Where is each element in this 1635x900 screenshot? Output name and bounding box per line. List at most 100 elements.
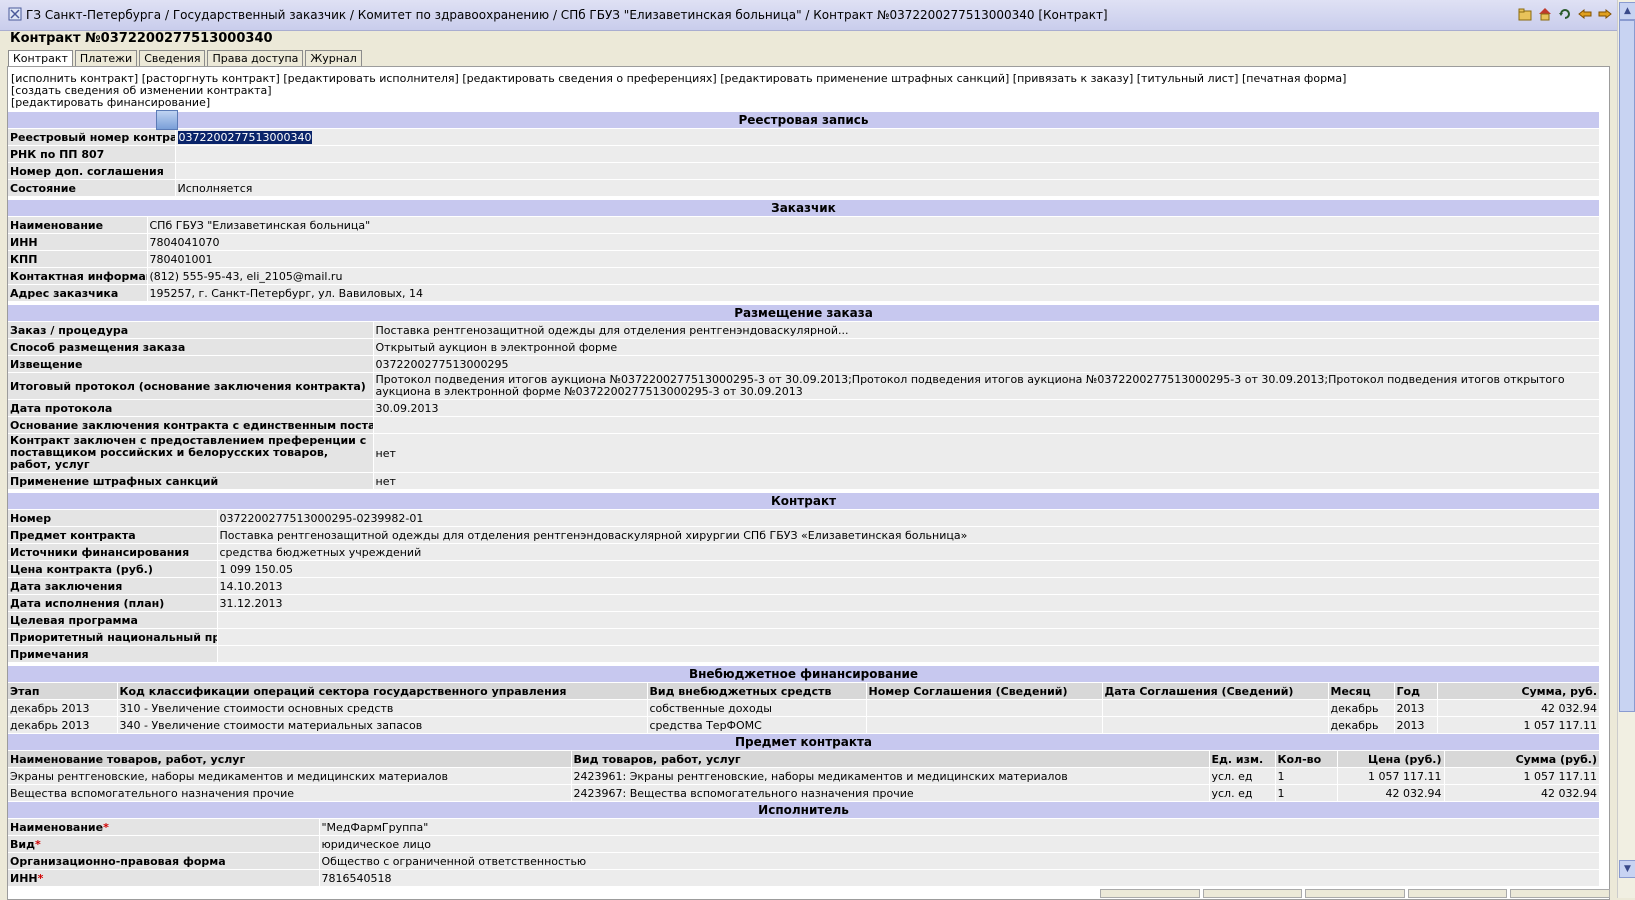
table-cell: Экраны рентгеновские, наборы медикаменто… — [8, 767, 572, 785]
field-label-text: Наименование — [10, 820, 104, 834]
column-header-row: Этап Код классификации операций сектора г… — [8, 682, 1600, 700]
field-value: 14.10.2013 — [217, 577, 1600, 595]
required-marker: * — [103, 820, 109, 834]
field-value-text: нет — [375, 446, 396, 460]
field-label-text: Адрес заказчика — [10, 286, 119, 300]
home-icon[interactable] — [1538, 7, 1552, 21]
action-link[interactable]: [печатная форма] — [1242, 72, 1346, 85]
table-row: Номер доп. соглашения — [8, 162, 1600, 180]
table-row: Контракт заключен с предоставлением преф… — [8, 433, 1600, 473]
field-label: Вид* — [8, 835, 320, 853]
column-header: Дата Соглашения (Сведений) — [1102, 682, 1329, 700]
table-row: Примечания — [8, 645, 1600, 663]
field-label-text: ИНН — [10, 235, 38, 249]
field-value: средства бюджетных учреждений — [217, 543, 1600, 561]
table-row: Организационно-правовая форма Общество с … — [8, 852, 1600, 870]
tab-details[interactable]: Сведения — [139, 50, 206, 67]
table-row: Извещение 0372200277513000295 — [8, 355, 1600, 373]
field-value-text: 0372200277513000295 — [375, 357, 509, 371]
column-header: Номер Соглашения (Сведений) — [866, 682, 1103, 700]
field-label-text: Реестровый номер контракта — [10, 130, 174, 144]
back-icon[interactable] — [1578, 7, 1592, 21]
field-label: Наименование — [8, 216, 148, 234]
field-value — [217, 645, 1600, 663]
field-label: Основание заключения контракта с единств… — [8, 416, 374, 434]
field-value-text: 14.10.2013 — [219, 579, 283, 593]
table-row: Способ размещения заказа Открытый аукцион… — [8, 338, 1600, 356]
column-header: Кол-во — [1275, 750, 1338, 768]
vertical-scrollbar[interactable]: ▲ ▼ — [1617, 0, 1635, 898]
action-link[interactable]: [редактировать сведения о преференциях] — [462, 72, 716, 85]
field-label-text: Состояние — [10, 181, 76, 195]
field-label-text: Номер доп. соглашения — [10, 164, 164, 178]
field-value: Общество с ограниченной ответственностью — [319, 852, 1600, 870]
table-row: Контактная информация(812) 555-95-43, el… — [8, 267, 1600, 285]
field-value: СПб ГБУЗ "Елизаветинская больница" — [147, 216, 1600, 234]
tab-payments[interactable]: Платежи — [74, 50, 138, 67]
field-label: РНК по ПП 807 — [8, 145, 176, 163]
field-label: ИНН — [8, 233, 148, 251]
scroll-down-icon[interactable]: ▼ — [1619, 860, 1635, 878]
table-cell — [866, 716, 1103, 734]
table-cell — [1102, 716, 1329, 734]
table-cell: средства ТерФОМС — [647, 716, 867, 734]
tab-access-rights[interactable]: Права доступа — [207, 50, 304, 67]
field-label: Номер — [8, 509, 218, 527]
field-value-text: Общество с ограниченной ответственностью — [321, 854, 587, 868]
scroll-up-icon[interactable]: ▲ — [1619, 2, 1635, 20]
section-header: Исполнитель — [8, 802, 1600, 819]
field-value-text: средства бюджетных учреждений — [219, 545, 422, 559]
forward-icon[interactable] — [1598, 7, 1612, 21]
column-header: Этап — [8, 682, 118, 700]
table-row: Применение штрафных санкций нет — [8, 472, 1600, 490]
field-value: 195257, г. Санкт-Петербург, ул. Вавиловы… — [147, 284, 1600, 302]
folder-icon[interactable] — [1518, 7, 1532, 21]
table-row: Вид* юридическое лицо — [8, 835, 1600, 853]
field-label-text: Контракт заключен с предоставлением преф… — [10, 434, 367, 471]
action-link[interactable]: [редактировать применение штрафных санкц… — [720, 72, 1009, 85]
field-value: Поставка рентгенозащитной одежды для отд… — [373, 321, 1600, 339]
field-label-text: Приоритетный национальный проект — [10, 630, 216, 644]
table-cell: 1 057 117.11 — [1337, 767, 1445, 785]
table-row: Реестровый номер контракта03722002775130… — [8, 128, 1600, 146]
field-value: 0372200277513000295-0239982-01 — [217, 509, 1600, 527]
field-value-text: 1 099 150.05 — [219, 562, 293, 576]
field-value: 7804041070 — [147, 233, 1600, 251]
field-value: 1 099 150.05 — [217, 560, 1600, 578]
field-label-text: Основание заключения контракта с единств… — [10, 418, 373, 432]
field-label: Извещение — [8, 355, 374, 373]
field-value — [217, 628, 1600, 646]
breadcrumb[interactable]: ГЗ Санкт-Петербурга / Государственный за… — [26, 8, 1108, 22]
scroll-thumb[interactable] — [1619, 20, 1635, 712]
action-link[interactable]: [титульный лист] — [1137, 72, 1239, 85]
status-bar — [1100, 889, 1610, 898]
field-value-text: 30.09.2013 — [375, 401, 439, 415]
action-link[interactable]: [редактировать исполнителя] — [283, 72, 459, 85]
field-label-text: Итоговый протокол (основание заключения … — [10, 379, 366, 393]
field-label: Цена контракта (руб.) — [8, 560, 218, 578]
field-label: Способ размещения заказа — [8, 338, 374, 356]
field-label: Контактная информация — [8, 267, 148, 285]
table-cell: собственные доходы — [647, 699, 867, 717]
page-title: Контракт №0372200277513000340 — [10, 31, 273, 46]
field-label-text: Контактная информация — [10, 269, 146, 283]
field-label-text: Извещение — [10, 357, 83, 371]
field-label: Заказ / процедура — [8, 321, 374, 339]
tab-contract[interactable]: Контракт — [8, 50, 73, 67]
open-window-icon[interactable] — [156, 110, 178, 130]
field-value-text: 780401001 — [149, 252, 213, 266]
table-cell: декабрь 2013 — [8, 699, 118, 717]
table-cell: 310 - Увеличение стоимости основных сред… — [117, 699, 648, 717]
field-label: Приоритетный национальный проект — [8, 628, 218, 646]
refresh-icon[interactable] — [1558, 7, 1572, 21]
field-value-text: Открытый аукцион в электронной форме — [375, 340, 618, 354]
table-row: РНК по ПП 807 — [8, 145, 1600, 163]
tab-journal[interactable]: Журнал — [305, 50, 362, 67]
field-label: Целевая программа — [8, 611, 218, 629]
field-value: "МедФармГруппа" — [319, 818, 1600, 836]
action-link[interactable]: [редактировать финансирование] — [11, 96, 210, 109]
section-header: Внебюджетное финансирование — [8, 666, 1600, 683]
field-label-text: Дата заключения — [10, 579, 123, 593]
field-value: Открытый аукцион в электронной форме — [373, 338, 1600, 356]
action-link[interactable]: [привязать к заказу] — [1013, 72, 1133, 85]
